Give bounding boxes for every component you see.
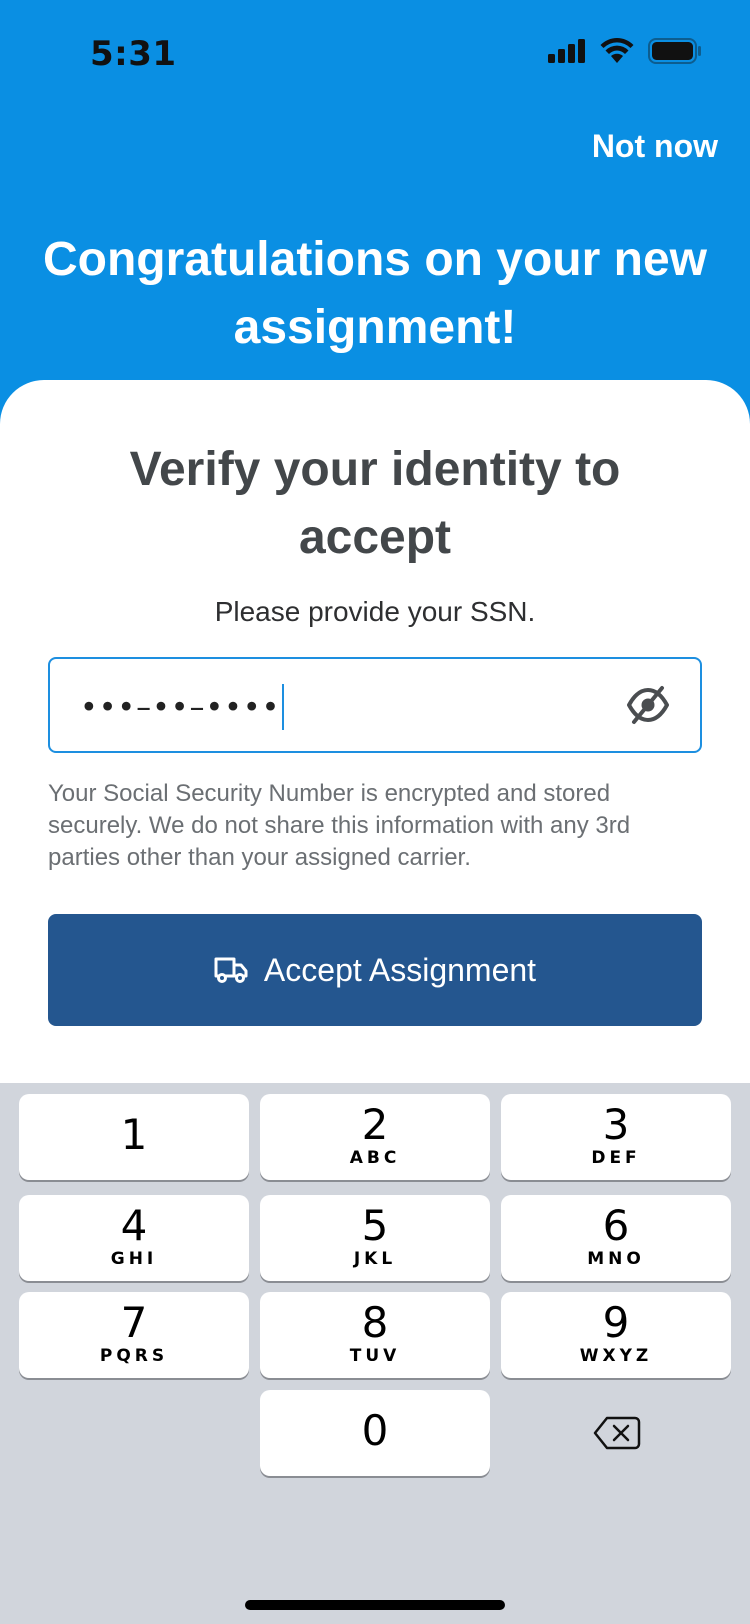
backspace-icon xyxy=(593,1416,641,1450)
key-digit: 7 xyxy=(120,1298,148,1347)
wifi-icon xyxy=(600,38,634,63)
key-letters: WXYZ xyxy=(579,1346,653,1366)
status-icons xyxy=(548,38,702,64)
battery-icon xyxy=(648,38,701,64)
key-digit: 9 xyxy=(602,1298,630,1347)
key-letters: ABC xyxy=(349,1148,401,1168)
verify-identity-title: Verify your identity to accept xyxy=(129,443,621,564)
status-time: 5:31 xyxy=(90,34,177,74)
keypad-delete-button[interactable] xyxy=(502,1390,732,1476)
ssn-prompt: Please provide your SSN. xyxy=(214,596,536,627)
key-1[interactable]: 1 xyxy=(19,1094,249,1180)
key-3[interactable]: 3 DEF xyxy=(501,1094,731,1180)
truck-icon xyxy=(214,957,248,983)
key-letters: GHI xyxy=(110,1249,158,1269)
accept-assignment-button[interactable]: Accept Assignment xyxy=(48,914,702,1026)
key-letters: DEF xyxy=(591,1148,641,1168)
ssn-disclaimer: Your Social Security Number is encrypted… xyxy=(48,780,631,871)
ssn-masked-text: •••–••–•••• xyxy=(80,690,281,726)
key-6[interactable]: 6 MNO xyxy=(501,1195,731,1281)
eye-off-icon[interactable] xyxy=(626,685,670,725)
key-digit: 0 xyxy=(361,1406,389,1455)
key-digit: 1 xyxy=(120,1110,148,1159)
text-caret xyxy=(282,684,285,730)
key-5[interactable]: 5 JKL xyxy=(260,1195,490,1281)
key-digit: 2 xyxy=(361,1100,389,1149)
key-4[interactable]: 4 GHI xyxy=(19,1195,249,1281)
ssn-input-value: •••–••–•••• xyxy=(80,684,285,732)
key-2[interactable]: 2 ABC xyxy=(260,1094,490,1180)
key-digit: 3 xyxy=(602,1100,630,1149)
key-letters: JKL xyxy=(353,1249,397,1269)
key-7[interactable]: 7 PQRS xyxy=(19,1292,249,1378)
key-letters: MNO xyxy=(587,1249,645,1269)
key-letters: TUV xyxy=(349,1346,401,1366)
numeric-keypad: 1 2 ABC 3 DEF 4 GHI 5 JKL 6 MNO 7 PQRS 8… xyxy=(0,1083,750,1624)
congratulations-title: Congratulations on your new assignment! xyxy=(42,233,707,354)
cellular-signal-icon xyxy=(548,39,585,63)
key-9[interactable]: 9 WXYZ xyxy=(501,1292,731,1378)
ssn-input[interactable]: •••–••–•••• xyxy=(48,657,702,753)
accept-assignment-label: Accept Assignment xyxy=(263,951,537,988)
home-indicator[interactable] xyxy=(245,1600,505,1610)
status-bar: 5:31 xyxy=(0,0,750,110)
key-digit: 4 xyxy=(120,1201,148,1250)
key-digit: 6 xyxy=(602,1201,630,1250)
key-letters: PQRS xyxy=(99,1346,169,1366)
key-digit: 8 xyxy=(361,1298,389,1347)
key-digit: 5 xyxy=(361,1201,389,1250)
key-8[interactable]: 8 TUV xyxy=(260,1292,490,1378)
key-0[interactable]: 0 xyxy=(260,1390,490,1476)
not-now-button[interactable]: Not now xyxy=(592,128,718,165)
